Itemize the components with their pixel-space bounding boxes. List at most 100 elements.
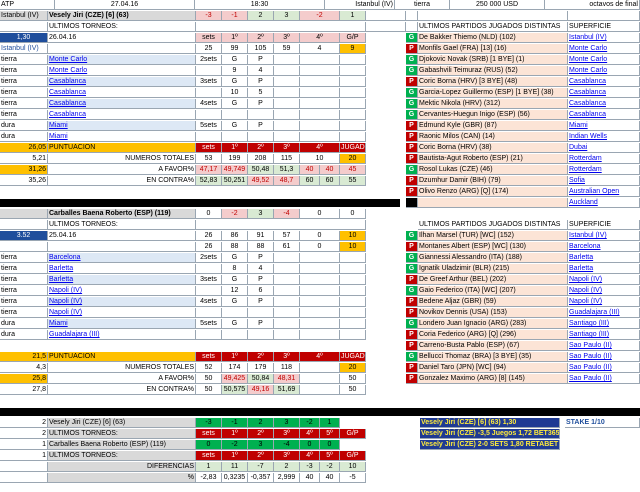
p-cell: [248, 110, 274, 120]
tournament-link[interactable]: Monte Carlo: [48, 55, 196, 65]
tournament-link[interactable]: Barletta: [568, 253, 640, 263]
col-head: JUGADOS: [340, 143, 366, 153]
p1-tot: 10: [300, 154, 340, 164]
p2-con: 50,575: [222, 385, 248, 395]
p-cell: P: [248, 77, 274, 87]
tournament-link[interactable]: Australian Open: [568, 187, 640, 197]
p2-left-val: 4,3: [0, 363, 48, 373]
summary-val: 1º: [222, 451, 248, 461]
col-head: sets: [196, 352, 222, 362]
tournament-link[interactable]: Casablanca: [48, 110, 196, 120]
tournament-link[interactable]: Napoli (IV): [568, 297, 640, 307]
p-cell: P: [248, 121, 274, 131]
summary-val: G/P: [340, 451, 366, 461]
p1-score-row: 26,05 PUNTUACION sets 1º 2º 3º 4º JUGADO…: [0, 143, 640, 153]
tournament-link[interactable]: Miami: [48, 121, 196, 131]
tournament-link[interactable]: Miami: [48, 132, 196, 142]
p1-diff: -2: [300, 11, 340, 21]
p2-fav: 48,31: [274, 374, 300, 384]
p1-ultimos-row: ULTIMOS TORNEOS: ULTIMOS PARTIDOS JUGADO…: [0, 22, 640, 32]
sets-cell: 5sets: [196, 121, 222, 131]
surface-cell: tierra: [0, 66, 48, 76]
p1-right-surface: SUPERFICIE: [568, 22, 640, 32]
empty-cell: [300, 132, 340, 142]
pick-row: Vesely Jiri (CZE) 2-0 SETS 1,80 RETABET: [0, 440, 640, 450]
p2_matches-item: P Coria Federico (ARG) [Q] (296) Santiago …: [0, 330, 640, 340]
p1-contra-row: 35,26 EN CONTRA% 52,83 50,251 49,52 48,7…: [0, 176, 640, 186]
result-badge: P: [406, 341, 418, 351]
p1-rank-row: 1,30 26.04.16 sets 1º 2º 3º 4º G/P: [0, 33, 640, 43]
prize: 250 000 USD: [450, 0, 545, 10]
tournament-link[interactable]: Barcelona: [568, 242, 640, 252]
p2_matches-item: P Carreno-Busta Pablo (ESP) (67) Sao Paulo…: [0, 341, 640, 351]
p2_matches-item: G Giannessi Alessandro (ITA) (188) Barlett…: [0, 253, 640, 263]
tournament-link[interactable]: Guadalajara (III): [568, 308, 640, 318]
p1-name-row: Istanbul (IV) Vesely Jiri (CZE) [6] (63)…: [0, 11, 640, 21]
p2-con: 50: [340, 385, 366, 395]
empty-cell: [340, 66, 366, 76]
tournament-link[interactable]: Casablanca: [48, 99, 196, 109]
opponent-name: Bedene Aljaz (GBR) (59): [418, 297, 568, 307]
tournament-link[interactable]: Barletta: [568, 264, 640, 274]
p1-diff: -1: [222, 11, 248, 21]
p1_rows-row: tierra Monte Carlo 9 4: [0, 66, 640, 76]
p1-left-val: 35,26: [0, 176, 48, 186]
p2_matches-item: P Montanes Albert (ESP) [WC] (130) Barcelo…: [0, 242, 640, 252]
summary-num: [0, 473, 48, 483]
opponent-name: Londero Juan Ignacio (ARG) (283): [418, 319, 568, 329]
surface-cell: dura: [0, 132, 48, 142]
col-head: sets: [196, 143, 222, 153]
tournament-link[interactable]: Casablanca: [48, 77, 196, 87]
empty-cell: [274, 132, 300, 142]
tournament-link[interactable]: Istanbul (IV): [568, 231, 640, 241]
p1-name: Vesely Jiri (CZE) [6] (63): [48, 11, 196, 21]
p2-left-val: 27,8: [0, 385, 48, 395]
p1-con: 60: [320, 176, 340, 186]
surface-cell: tierra: [0, 77, 48, 87]
sets-cell: [196, 132, 222, 142]
p2-fav: 50: [196, 374, 222, 384]
tournament-link[interactable]: Sao Paulo (II): [568, 341, 640, 351]
summary-row: 1 ULTIMOS TORNEOS: sets 1º 2º 3º 4º 5º G/P: [0, 451, 640, 461]
col-head: 3º: [274, 352, 300, 362]
p1-score: 26,05: [0, 143, 48, 153]
summary-val: -3: [300, 462, 320, 472]
tournament-link[interactable]: Casablanca: [48, 88, 196, 98]
p2-tot: 52: [196, 363, 222, 373]
p2-ultimos-row: ULTIMOS TORNEOS: ULTIMOS PARTIDOS JUGADO…: [0, 220, 640, 230]
p2-con: 49,16: [248, 385, 274, 395]
result-badge: P: [406, 242, 418, 252]
tournament-link[interactable]: Santiago (III): [568, 330, 640, 340]
empty-cell: [300, 66, 340, 76]
result-badge: G: [406, 253, 418, 263]
tournament-link[interactable]: Santiago (III): [568, 319, 640, 329]
empty-cell: [340, 99, 366, 109]
result-badge: P: [406, 187, 418, 197]
p1-fav: 47,17: [196, 165, 222, 175]
tournament-link[interactable]: Auckland: [568, 198, 640, 208]
p2-tot: 179: [248, 363, 274, 373]
p2-diff: -2: [222, 209, 248, 219]
summary-val: -5: [340, 473, 366, 483]
empty-cell: [340, 110, 366, 120]
surface-cell: tierra: [0, 99, 48, 109]
p2-score-row: 21,5 PUNTUACION sets 1º 2º 3º 4º JUGADOS: [0, 352, 640, 362]
tournament-link[interactable]: Monte Carlo: [48, 66, 196, 76]
tournament-link[interactable]: Napoli (IV): [568, 286, 640, 296]
gp-cell: [222, 132, 248, 142]
tournament-link[interactable]: Napoli (IV): [568, 275, 640, 285]
result-badge: P: [406, 330, 418, 340]
gp-cell: G: [222, 77, 248, 87]
p2-tot: 20: [340, 363, 366, 373]
header-row: ATP 27.04.16 18:30 Istanbul (IV) tierra …: [0, 0, 640, 10]
summary-label: %: [48, 473, 196, 483]
empty-cell: [300, 121, 340, 131]
p2-con-label: EN CONTRA%: [48, 385, 196, 395]
summary-num: 1: [0, 451, 48, 461]
surface-cell: dura: [0, 121, 48, 131]
p2-diff: -4: [274, 209, 300, 219]
summary-val: -0,357: [248, 473, 274, 483]
p2_matches-item: P De Greef Arthur (BEL) (202) Napoli (IV): [0, 275, 640, 285]
p1-num-label: NUMEROS TOTALES: [48, 154, 196, 164]
pick-line: Vesely Jiri (CZE) 2-0 SETS 1,80 RETABET: [420, 440, 560, 450]
